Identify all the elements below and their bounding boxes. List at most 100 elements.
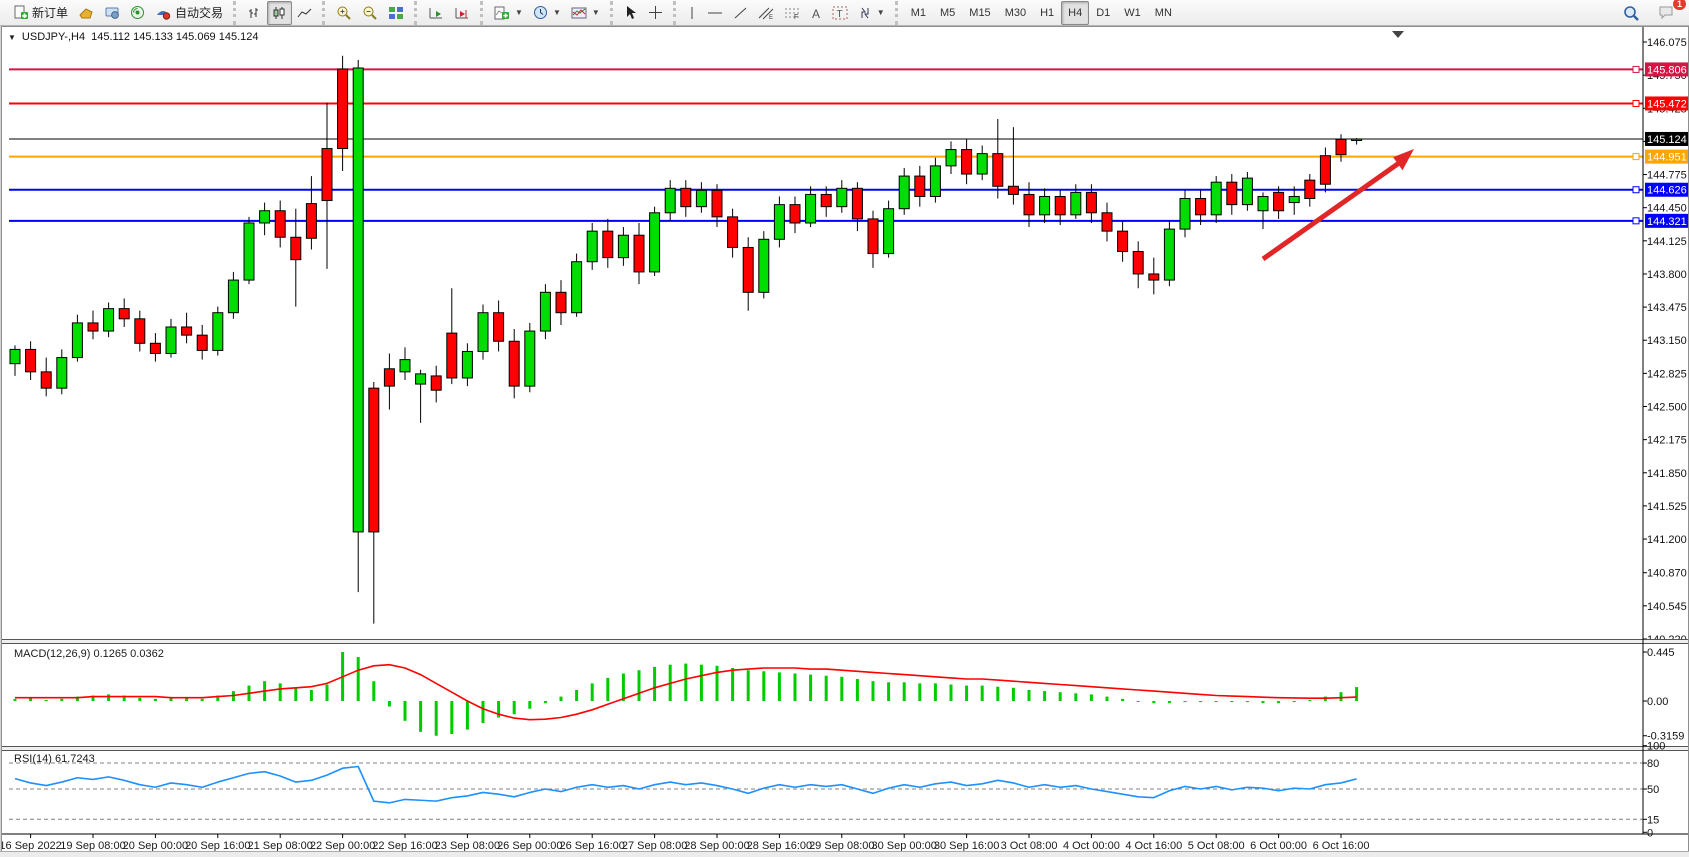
macd-histogram-bar: [1059, 692, 1062, 701]
periods-button[interactable]: ▼: [528, 1, 566, 25]
macd-histogram-bar: [622, 674, 625, 702]
candle-body: [416, 374, 426, 384]
line-anchor-handle[interactable]: [1633, 218, 1639, 224]
timeframe-mn-button[interactable]: MN: [1148, 1, 1179, 25]
line-anchor-handle[interactable]: [1633, 187, 1639, 193]
macd-histogram-bar: [591, 683, 594, 701]
search-button[interactable]: [1618, 1, 1645, 25]
macd-histogram-bar: [716, 666, 719, 701]
candle-body: [790, 205, 800, 223]
rsi-tick-label: 80: [1647, 758, 1659, 770]
candle-body: [400, 360, 410, 372]
candle-body: [587, 231, 597, 262]
arrows-caret-icon: ▼: [877, 8, 885, 17]
crosshair-button[interactable]: [643, 1, 668, 25]
chart-symbol-period: USDJPY-,H4: [22, 31, 85, 43]
timeframe-m1-button[interactable]: M1: [904, 1, 933, 25]
line-anchor-handle[interactable]: [1633, 66, 1639, 72]
new-order-button[interactable]: 新订单: [8, 1, 73, 25]
macd-tick-label: 0.445: [1647, 647, 1675, 659]
trendline-button[interactable]: [728, 1, 753, 25]
macd-histogram-bar: [638, 670, 641, 701]
candle-body: [447, 333, 457, 378]
rsi-tick-label: 100: [1647, 741, 1665, 753]
zoom-out-button[interactable]: [357, 1, 383, 25]
auto-scroll-button[interactable]: [423, 1, 449, 25]
rsi-line: [15, 766, 1357, 802]
timeframe-m30-button[interactable]: M30: [998, 1, 1033, 25]
market-watch-button[interactable]: [99, 1, 125, 25]
zoom-in-button[interactable]: [331, 1, 357, 25]
templates-button[interactable]: ▼: [566, 1, 605, 25]
candle-body: [899, 176, 909, 209]
bar-chart-button[interactable]: [242, 1, 267, 25]
candle-body: [478, 313, 488, 352]
candle-body: [993, 154, 1003, 187]
macd-histogram-bar: [544, 701, 547, 703]
chart-dropdown-icon[interactable]: ▼: [8, 33, 16, 42]
candle-body: [665, 188, 675, 212]
macd-histogram-bar: [1277, 701, 1280, 703]
toolbar-right-group: 1: [1618, 1, 1689, 25]
line-anchor-handle[interactable]: [1633, 154, 1639, 160]
timeframe-h1-button[interactable]: H1: [1033, 1, 1061, 25]
indicators-button[interactable]: ▼: [489, 1, 528, 25]
macd-histogram-bar: [747, 670, 750, 701]
price-tick-label: 142.825: [1647, 368, 1687, 380]
macd-histogram-bar: [326, 685, 329, 702]
svg-text:A: A: [812, 7, 820, 20]
timeframe-d1-button[interactable]: D1: [1089, 1, 1117, 25]
chart-shift-marker-icon[interactable]: [1392, 31, 1404, 38]
chart-shift-button[interactable]: [449, 1, 475, 25]
candle-body: [431, 376, 441, 390]
macd-histogram-bar: [825, 676, 828, 701]
candle-body: [806, 194, 816, 223]
candle-body: [1227, 182, 1237, 204]
timeframe-m15-button[interactable]: M15: [962, 1, 997, 25]
candle-body: [1149, 274, 1159, 280]
candle-body: [1211, 182, 1221, 215]
candle-body: [41, 372, 51, 388]
fibonacci-button[interactable]: F: [779, 1, 805, 25]
candle-body: [821, 194, 831, 206]
charts-button[interactable]: [73, 1, 99, 25]
candle-body: [1180, 199, 1190, 230]
timeframe-h4-button[interactable]: H4: [1061, 1, 1089, 25]
macd-histogram-bar: [1184, 701, 1187, 702]
candle-body: [260, 211, 270, 223]
timeframe-group: M1 M5 M15 M30 H1 H4 D1 W1 MN: [895, 1, 1182, 25]
candle-body: [962, 150, 972, 174]
text-button[interactable]: A: [805, 1, 827, 25]
candle-body: [150, 343, 160, 353]
arrows-button[interactable]: ▼: [853, 1, 890, 25]
macd-histogram-bar: [606, 678, 609, 701]
autotrading-button[interactable]: 自动交易: [150, 1, 228, 25]
signals-button[interactable]: [125, 1, 150, 25]
price-line-label: 144.626: [1647, 185, 1687, 197]
line-anchor-handle[interactable]: [1633, 100, 1639, 106]
chart-canvas[interactable]: 146.075145.750145.425145.100144.775144.4…: [2, 27, 1688, 852]
equidistant-channel-button[interactable]: E: [753, 1, 779, 25]
timeframe-m5-button[interactable]: M5: [933, 1, 962, 25]
chart-window[interactable]: ▼ USDJPY-,H4 145.112 145.133 145.069 145…: [1, 26, 1689, 853]
macd-histogram-bar: [1012, 688, 1015, 701]
candle-body: [1289, 196, 1299, 202]
bid-price-label: 145.124: [1647, 134, 1687, 146]
candle-body: [650, 213, 660, 272]
candle-body: [1133, 252, 1143, 274]
tile-windows-button[interactable]: [383, 1, 409, 25]
candle-body: [166, 327, 176, 354]
macd-histogram-bar: [809, 675, 812, 701]
candle-body: [26, 349, 36, 371]
timeframe-w1-button[interactable]: W1: [1117, 1, 1148, 25]
horizontal-line-button[interactable]: [702, 1, 728, 25]
cursor-button[interactable]: [619, 1, 643, 25]
chat-button[interactable]: 1: [1653, 1, 1681, 25]
text-label-button[interactable]: T: [827, 1, 853, 25]
vertical-line-button[interactable]: [682, 1, 702, 25]
candlestick-chart-button[interactable]: [267, 1, 292, 25]
candle-body: [244, 223, 254, 280]
line-chart-button[interactable]: [292, 1, 317, 25]
macd-histogram-bar: [404, 701, 407, 721]
macd-histogram-bar: [1262, 701, 1265, 703]
